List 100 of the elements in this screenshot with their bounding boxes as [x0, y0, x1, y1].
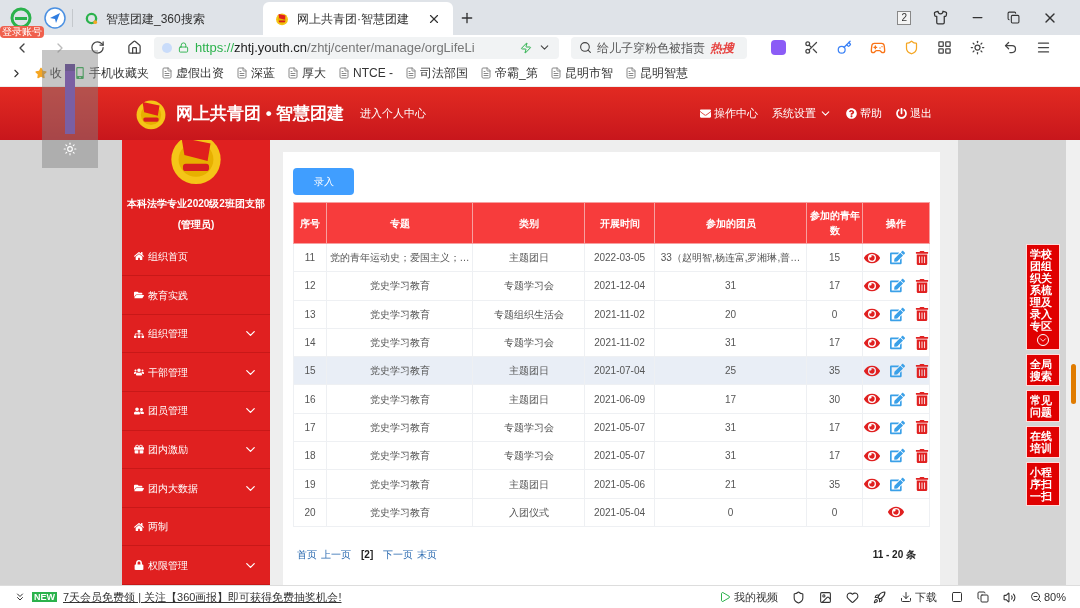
- table-row[interactable]: 13 党史学习教育 专题组织生活会 2021-11-02 20 0: [293, 300, 930, 329]
- float-menu-button[interactable]: 在线培训: [1026, 426, 1060, 458]
- browser-logo-icon[interactable]: [10, 6, 32, 29]
- view-icon[interactable]: [863, 476, 880, 492]
- table-row[interactable]: 12 党史学习教育 专题学习会 2021-12-04 31 17: [293, 271, 930, 301]
- table-cell: 12: [293, 271, 327, 301]
- restore-icon[interactable]: [1007, 11, 1020, 24]
- tab-count[interactable]: 2: [897, 10, 911, 25]
- header-link[interactable]: 系统设置: [772, 105, 832, 122]
- edit-icon[interactable]: [889, 448, 905, 464]
- apps-icon[interactable]: [937, 40, 952, 55]
- pager-link[interactable]: 下一页: [383, 546, 414, 562]
- envelope-icon: [700, 108, 711, 119]
- edit-icon[interactable]: [889, 476, 905, 492]
- key-icon[interactable]: [837, 40, 852, 55]
- edit-icon[interactable]: [889, 391, 905, 407]
- delete-icon[interactable]: [914, 420, 929, 435]
- undo-icon[interactable]: [1003, 40, 1018, 55]
- table-cell: 35: [806, 469, 863, 499]
- image-icon[interactable]: [818, 590, 832, 604]
- bookmark-link[interactable]: 手机收藏夹: [74, 64, 149, 82]
- table-cell: 14: [293, 328, 327, 357]
- table-row[interactable]: 18 党史学习教育 专题学习会 2021-05-07 31 17: [293, 441, 930, 470]
- search-field[interactable]: 给儿子穿粉色被指责 热搜: [571, 36, 747, 59]
- page-icon: [161, 67, 173, 79]
- new-tab-icon[interactable]: [459, 10, 475, 26]
- bookmark-link[interactable]: NTCE -: [338, 64, 393, 82]
- bookmark-link[interactable]: 收: [35, 64, 62, 82]
- table-cell: 2021-11-02: [584, 328, 655, 357]
- my-video-button[interactable]: 我的视频: [718, 588, 778, 606]
- menu-icon[interactable]: [1036, 40, 1051, 55]
- delete-icon[interactable]: [914, 448, 929, 463]
- org-name: 本科法学专业2020级2班团支部: [126, 196, 266, 211]
- rocket-icon[interactable]: [872, 590, 886, 604]
- edit-icon[interactable]: [889, 278, 905, 294]
- personal-center-link[interactable]: 进入个人中心: [360, 105, 427, 122]
- download-button[interactable]: 下载: [899, 588, 937, 606]
- pager-link[interactable]: [2]: [361, 546, 374, 562]
- delete-icon[interactable]: [914, 363, 929, 378]
- skin-icon[interactable]: [933, 10, 948, 25]
- table-row[interactable]: 20 党史学习教育 入团仪式 2021-05-04 0 0: [293, 498, 930, 527]
- float-menu-button[interactable]: 全局搜索: [1026, 354, 1060, 386]
- edit-icon[interactable]: [889, 419, 905, 435]
- bookmark-link[interactable]: 昆明智慧: [624, 64, 688, 82]
- table-row[interactable]: 19 党史学习教育 主题团日 2021-05-06 21 35: [293, 469, 930, 499]
- bookmark-link[interactable]: 虚假出资: [161, 64, 224, 82]
- edit-icon[interactable]: [889, 335, 905, 351]
- table-cell: 2021-07-04: [584, 356, 655, 385]
- pager-link[interactable]: 首页: [297, 546, 317, 562]
- header-link[interactable]: 操作中心: [700, 105, 758, 122]
- float-menu-button[interactable]: 常见问题: [1026, 390, 1060, 422]
- table-row[interactable]: 14 党史学习教育 专题学习会 2021-11-02 31 17: [293, 328, 930, 357]
- brightness-icon[interactable]: [970, 40, 985, 55]
- address-bar[interactable]: https://zhtj.youth.cn/zhtj/center/manage/orgLifeLi: [154, 36, 559, 59]
- bookmark-link[interactable]: 昆明市智: [549, 64, 613, 82]
- brightness-slider[interactable]: [65, 64, 75, 134]
- browser-tab[interactable]: 网上共青团·智慧团建: [263, 2, 453, 35]
- heart-icon[interactable]: [845, 590, 859, 604]
- edit-icon[interactable]: [889, 306, 905, 322]
- navigation-icon[interactable]: [44, 6, 66, 29]
- window-icon[interactable]: [950, 591, 963, 603]
- edit-icon[interactable]: [889, 250, 905, 266]
- home-icon[interactable]: [127, 40, 142, 55]
- float-menu-button[interactable]: 学校团组织关系梳理及录入专区: [1026, 244, 1060, 350]
- translate-icon[interactable]: [771, 40, 786, 55]
- pager-link[interactable]: 上一页: [321, 546, 351, 562]
- table-row[interactable]: 11 党的青年运动史；爱国主义；… 主题团日 2022-03-05 33（赵明智,杨连富,罗湘琳,普… 15: [293, 243, 930, 272]
- shield-icon[interactable]: [791, 590, 805, 604]
- pager-link[interactable]: 末页: [417, 546, 438, 562]
- copy-icon[interactable]: [976, 591, 989, 603]
- delete-icon[interactable]: [914, 392, 929, 407]
- table-row[interactable]: 17 党史学习教育 专题学习会 2021-05-07 31 17: [293, 413, 930, 442]
- delete-icon[interactable]: [914, 307, 929, 322]
- bookmark-link[interactable]: 深蓝: [236, 64, 275, 82]
- float-menu-button[interactable]: 小程序扫一扫: [1026, 462, 1060, 506]
- phone-icon: [74, 67, 86, 79]
- browser-tab[interactable]: 智慧团建_360搜索: [73, 2, 263, 35]
- sun-icon: [63, 142, 77, 156]
- news-link[interactable]: 7天会员免费领 | 关注【360画报】即可获得免费抽奖机会!: [63, 588, 342, 606]
- bookmark-link[interactable]: 帝霸_第: [480, 64, 538, 82]
- bookmark-link[interactable]: 司法部国: [405, 64, 468, 82]
- collapse-icon[interactable]: [14, 591, 26, 603]
- table-cell: 2021-05-07: [584, 441, 655, 470]
- zoom-level[interactable]: 80%: [1029, 588, 1066, 606]
- refresh-icon[interactable]: [90, 40, 105, 55]
- table-cell: 17: [806, 328, 863, 357]
- delete-icon[interactable]: [914, 477, 929, 491]
- header-link[interactable]: 退出: [896, 105, 932, 122]
- edit-icon[interactable]: [889, 363, 905, 379]
- delete-icon[interactable]: [914, 278, 929, 293]
- table-cell: 专题学习会: [472, 271, 585, 301]
- table-row[interactable]: 15 党史学习教育 主题团日 2021-07-04 25 35: [293, 356, 930, 385]
- screenshot-icon[interactable]: [804, 40, 819, 55]
- table-row[interactable]: 16 党史学习教育 主题团日 2021-06-09 17 30: [293, 385, 930, 414]
- delete-icon[interactable]: [914, 335, 929, 350]
- bookmark-link[interactable]: 厚大: [287, 64, 326, 82]
- table-cell: 专题学习会: [472, 441, 585, 470]
- volume-icon[interactable]: [1002, 590, 1016, 604]
- delete-icon[interactable]: [914, 250, 929, 265]
- header-link[interactable]: 帮助: [846, 105, 882, 122]
